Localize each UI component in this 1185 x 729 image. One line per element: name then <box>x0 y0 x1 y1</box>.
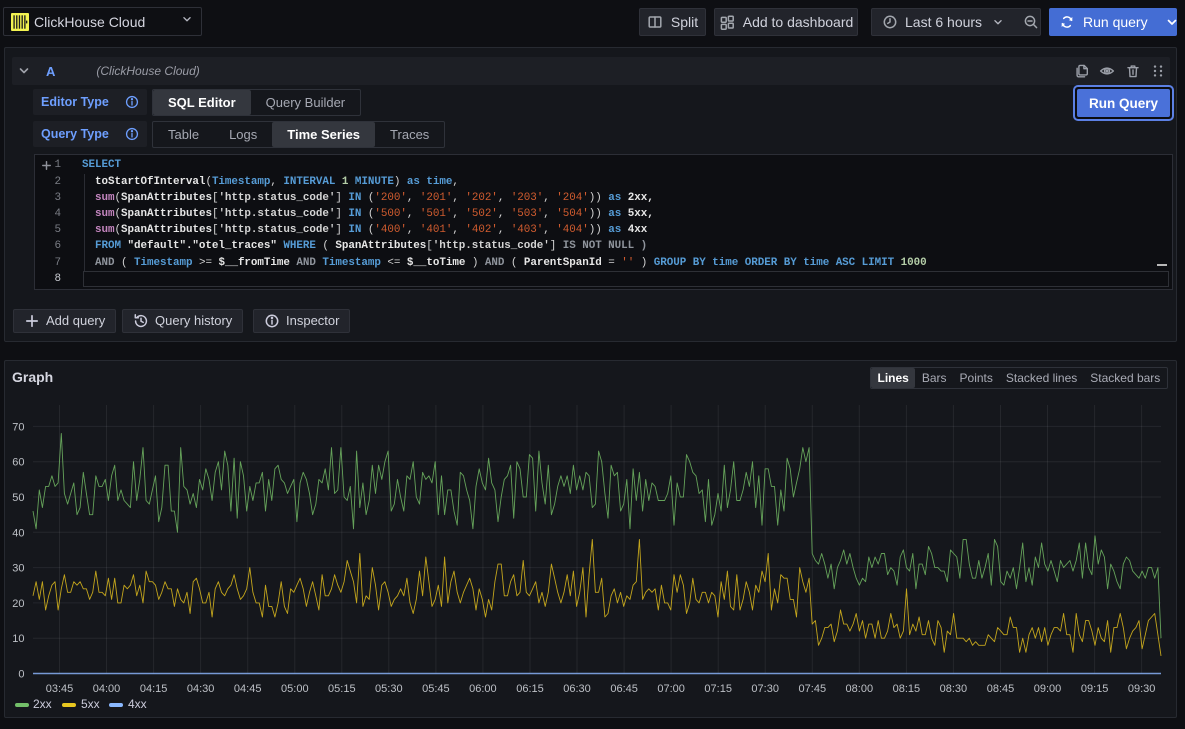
svg-text:0: 0 <box>18 669 24 681</box>
svg-text:05:00: 05:00 <box>281 683 309 695</box>
svg-text:10: 10 <box>12 633 24 645</box>
svg-text:07:45: 07:45 <box>799 683 827 695</box>
svg-text:04:00: 04:00 <box>93 683 121 695</box>
svg-text:08:45: 08:45 <box>987 683 1015 695</box>
svg-text:07:30: 07:30 <box>751 683 779 695</box>
svg-text:07:00: 07:00 <box>657 683 685 695</box>
svg-text:20: 20 <box>12 598 24 610</box>
svg-text:06:15: 06:15 <box>516 683 544 695</box>
svg-text:04:15: 04:15 <box>140 683 168 695</box>
svg-text:08:15: 08:15 <box>893 683 921 695</box>
svg-text:08:00: 08:00 <box>846 683 874 695</box>
svg-text:06:45: 06:45 <box>610 683 638 695</box>
svg-text:30: 30 <box>12 563 24 575</box>
svg-text:05:15: 05:15 <box>328 683 356 695</box>
svg-text:06:30: 06:30 <box>563 683 591 695</box>
svg-text:07:15: 07:15 <box>704 683 732 695</box>
svg-text:06:00: 06:00 <box>469 683 497 695</box>
svg-text:05:30: 05:30 <box>375 683 403 695</box>
svg-text:09:15: 09:15 <box>1081 683 1109 695</box>
svg-text:04:45: 04:45 <box>234 683 262 695</box>
svg-text:08:30: 08:30 <box>940 683 968 695</box>
svg-text:05:45: 05:45 <box>422 683 450 695</box>
svg-text:09:00: 09:00 <box>1034 683 1062 695</box>
svg-text:09:30: 09:30 <box>1128 683 1156 695</box>
svg-text:70: 70 <box>12 421 24 433</box>
svg-text:50: 50 <box>12 492 24 504</box>
svg-text:40: 40 <box>12 527 24 539</box>
svg-text:03:45: 03:45 <box>46 683 74 695</box>
svg-text:04:30: 04:30 <box>187 683 215 695</box>
svg-text:60: 60 <box>12 457 24 469</box>
